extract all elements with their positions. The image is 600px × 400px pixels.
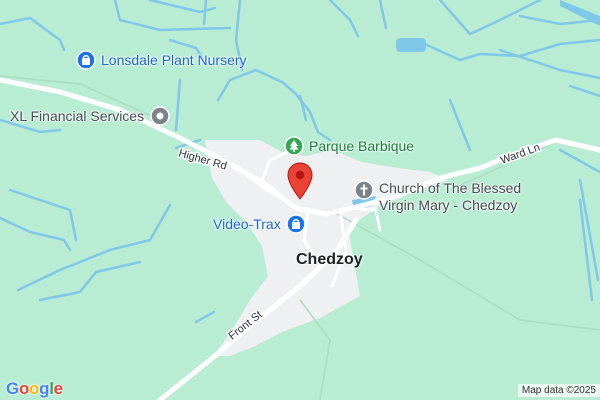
shopping-bag-icon xyxy=(76,50,96,70)
poi-label: Lonsdale Plant Nursery xyxy=(101,51,247,68)
logo-letter: g xyxy=(39,379,50,398)
tree-icon xyxy=(284,136,304,156)
logo-letter: e xyxy=(53,379,63,398)
poi-label-line2: Virgin Mary - Chedzoy xyxy=(379,197,518,213)
location-pin-icon[interactable] xyxy=(286,162,314,200)
church-cross-icon xyxy=(354,180,374,200)
road-label-ward-ln: Ward Ln xyxy=(499,141,542,166)
poi-parque-barbique[interactable]: Parque Barbique xyxy=(284,136,414,156)
shopping-bag-icon xyxy=(285,214,306,234)
logo-letter: o xyxy=(29,379,40,398)
poi-label: XL Financial Services xyxy=(10,107,145,124)
place-icon xyxy=(150,106,170,126)
town-label: Chedzoy xyxy=(296,251,363,268)
logo-letter: o xyxy=(18,379,30,398)
logo-letter: G xyxy=(6,379,19,398)
poi-church-blessed-virgin-mary[interactable]: Church of The Blessed Virgin Mary - Ched… xyxy=(354,180,521,214)
poi-label-line1: Church of The Blessed xyxy=(379,180,522,196)
poi-video-trax[interactable]: Video-Trax xyxy=(213,214,306,234)
poi-lonsdale-plant-nursery[interactable]: Lonsdale Plant Nursery xyxy=(76,50,247,70)
poi-xl-financial-services[interactable]: XL Financial Services xyxy=(10,106,170,126)
map-canvas[interactable]: Higher Rd Ward Ln Front St Lonsdale Plan… xyxy=(0,0,600,400)
poi-label: Parque Barbique xyxy=(309,137,415,154)
google-logo[interactable]: Google xyxy=(6,379,63,399)
map-attribution[interactable]: Map data ©2025 xyxy=(517,384,600,397)
poi-label: Video-Trax xyxy=(213,215,281,232)
pond xyxy=(396,38,426,52)
